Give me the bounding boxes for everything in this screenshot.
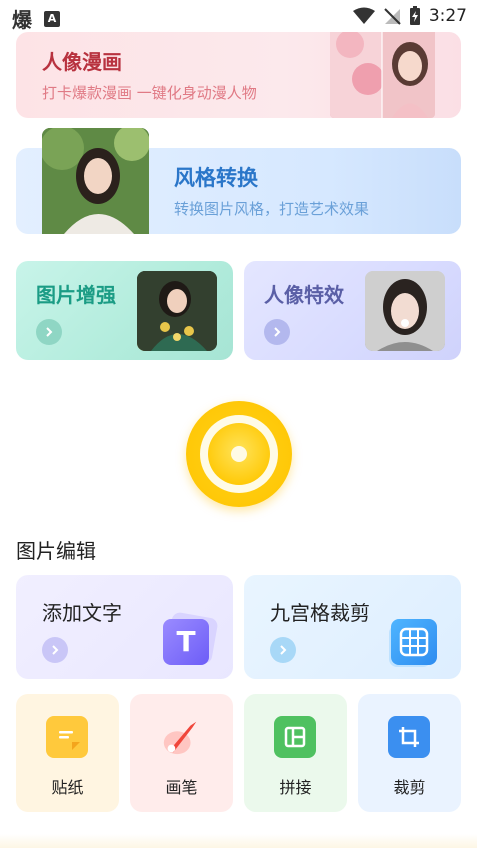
- status-left: 爆 A: [12, 4, 60, 33]
- style-transfer-title: 风格转换: [174, 166, 258, 190]
- portrait-effects-card[interactable]: 人像特效: [244, 261, 461, 360]
- grid-icon: [391, 619, 437, 665]
- camera-lens-center: [231, 446, 247, 462]
- battery-charging-icon: [409, 6, 420, 25]
- clock: 3:27: [428, 6, 467, 26]
- wifi-icon: [352, 7, 375, 24]
- image-enhance-card[interactable]: 图片增强: [16, 261, 233, 360]
- nine-grid-crop-card[interactable]: 九宫格裁剪: [244, 575, 461, 679]
- tool-sticker-label: 贴纸: [51, 778, 84, 797]
- add-text-card[interactable]: 添加文字 T: [16, 575, 233, 679]
- tool-crop-label: 裁剪: [393, 778, 426, 797]
- tool-sticker[interactable]: 贴纸: [16, 694, 119, 812]
- camera-shutter-button[interactable]: [186, 401, 292, 507]
- font-notification-icon: A: [44, 10, 60, 27]
- tool-crop[interactable]: 裁剪: [358, 694, 461, 812]
- portrait-manga-photo: [330, 32, 435, 118]
- text-icon: T: [163, 619, 209, 665]
- app-notification-icon: 爆: [12, 8, 32, 32]
- style-transfer-subtitle: 转换图片风格，打造艺术效果: [174, 200, 370, 218]
- chevron-right-icon: [270, 637, 296, 663]
- sticker-icon: [46, 716, 88, 758]
- image-enhance-thumb: [137, 271, 217, 351]
- portrait-effects-thumb: [365, 271, 445, 351]
- portrait-effects-title: 人像特效: [264, 283, 344, 307]
- style-transfer-photo: [42, 128, 149, 234]
- chevron-right-icon: [42, 637, 68, 663]
- chevron-right-icon: [36, 319, 62, 345]
- style-transfer-card[interactable]: 风格转换 转换图片风格，打造艺术效果: [16, 128, 461, 234]
- tool-brush[interactable]: 画笔: [130, 694, 233, 812]
- stitch-icon: [274, 716, 316, 758]
- portrait-manga-subtitle: 打卡爆款漫画 一键化身动漫人物: [42, 84, 257, 102]
- tool-stitch[interactable]: 拼接: [244, 694, 347, 812]
- home-screen: 爆 A 3:27 人像漫画 打卡爆款漫画 一键化身动漫人物 风格转换 转换图片风…: [0, 0, 477, 848]
- tool-brush-label: 画笔: [165, 778, 198, 797]
- status-right: 3:27: [352, 6, 467, 26]
- bottom-edge: [0, 834, 477, 848]
- chevron-right-icon: [264, 319, 290, 345]
- portrait-manga-card[interactable]: 人像漫画 打卡爆款漫画 一键化身动漫人物: [16, 32, 461, 118]
- add-text-title: 添加文字: [42, 601, 122, 625]
- tool-stitch-label: 拼接: [279, 778, 312, 797]
- status-bar: 爆 A 3:27: [0, 0, 477, 34]
- brush-icon: [160, 716, 202, 758]
- portrait-manga-title: 人像漫画: [42, 50, 122, 74]
- nine-grid-crop-title: 九宫格裁剪: [270, 601, 370, 625]
- image-enhance-title: 图片增强: [36, 283, 116, 307]
- no-signal-icon: [384, 8, 401, 25]
- crop-icon: [388, 716, 430, 758]
- image-edit-section-title: 图片编辑: [16, 539, 96, 563]
